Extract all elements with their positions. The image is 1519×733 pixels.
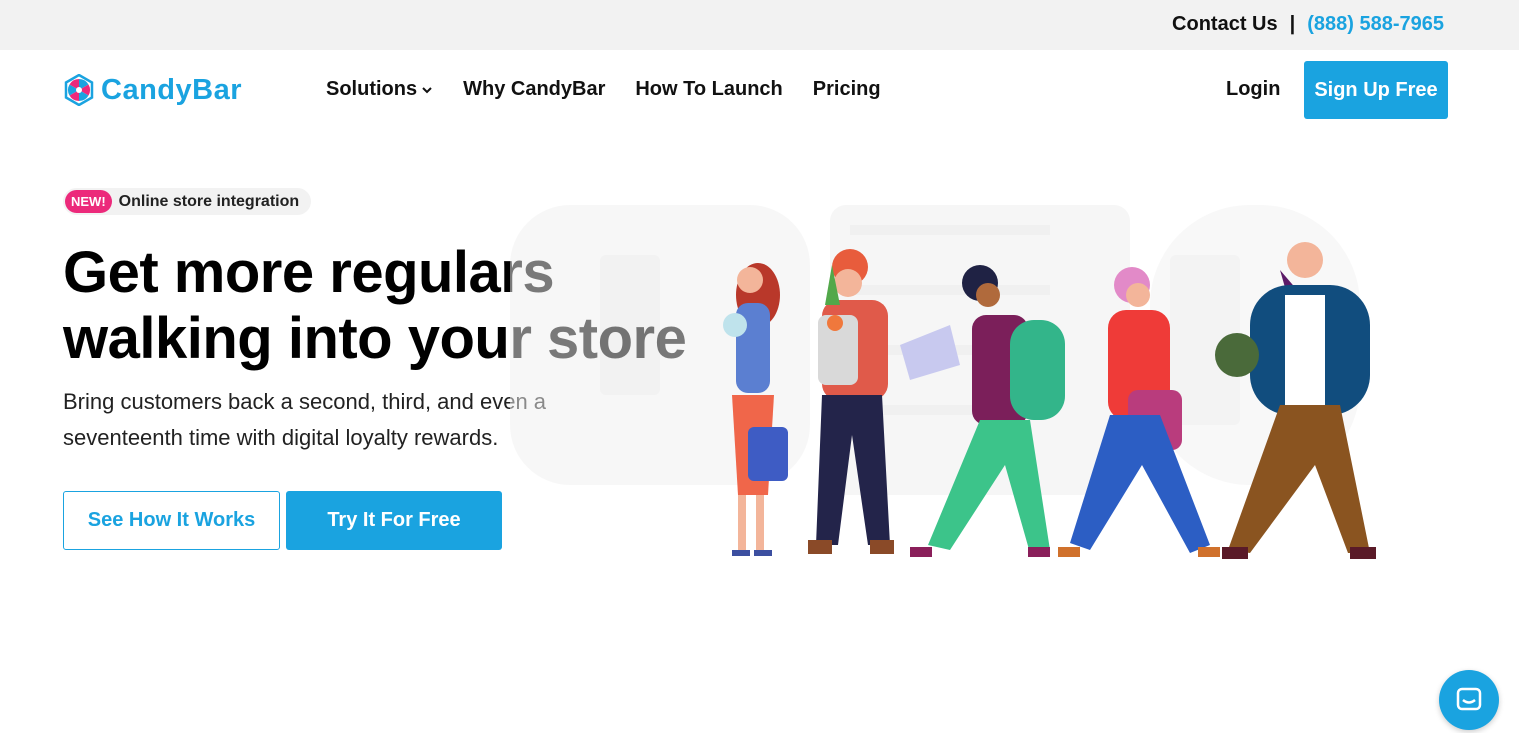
contact-us-label: Contact Us <box>1172 13 1278 35</box>
hero-illustration <box>510 205 1376 559</box>
chat-bubble-icon <box>1456 687 1482 711</box>
brand-name: CandyBar <box>101 73 242 106</box>
chat-launcher[interactable] <box>1439 670 1499 730</box>
try-it-for-free-button[interactable]: Try It For Free <box>286 491 502 550</box>
chevron-down-icon <box>422 86 432 93</box>
nav-pricing-label: Pricing <box>812 78 881 100</box>
brand-logo[interactable]: CandyBar <box>63 72 242 108</box>
new-badge: NEW! <box>65 190 112 213</box>
main-navbar: CandyBar Solutions Why CandyBar How To L… <box>0 50 1519 130</box>
contact-info: Contact Us | (888) 588-7965 <box>1172 13 1444 36</box>
nav-how-to-launch[interactable]: How To Launch <box>635 78 782 101</box>
see-how-it-works-button[interactable]: See How It Works <box>63 491 280 550</box>
login-link[interactable]: Login <box>1226 78 1280 101</box>
phone-link[interactable]: (888) 588-7965 <box>1307 13 1444 36</box>
nav-solutions[interactable]: Solutions <box>326 78 433 101</box>
top-contact-bar: Contact Us | (888) 588-7965 <box>0 0 1519 50</box>
announcement-text: Online store integration <box>118 192 300 210</box>
nav-why-candybar[interactable]: Why CandyBar <box>463 78 605 101</box>
sign-up-button[interactable]: Sign Up Free <box>1304 61 1448 119</box>
primary-nav: Solutions Why CandyBar How To Launch Pri… <box>326 78 881 101</box>
nav-how-to-launch-label: How To Launch <box>635 78 783 100</box>
announcement-badge[interactable]: NEW! Online store integration <box>63 188 312 215</box>
nav-solutions-label: Solutions <box>326 78 418 100</box>
nav-why-candybar-label: Why CandyBar <box>463 78 606 100</box>
candy-swirl-icon <box>64 74 94 106</box>
nav-pricing[interactable]: Pricing <box>813 78 881 101</box>
contact-separator: | <box>1289 13 1296 35</box>
